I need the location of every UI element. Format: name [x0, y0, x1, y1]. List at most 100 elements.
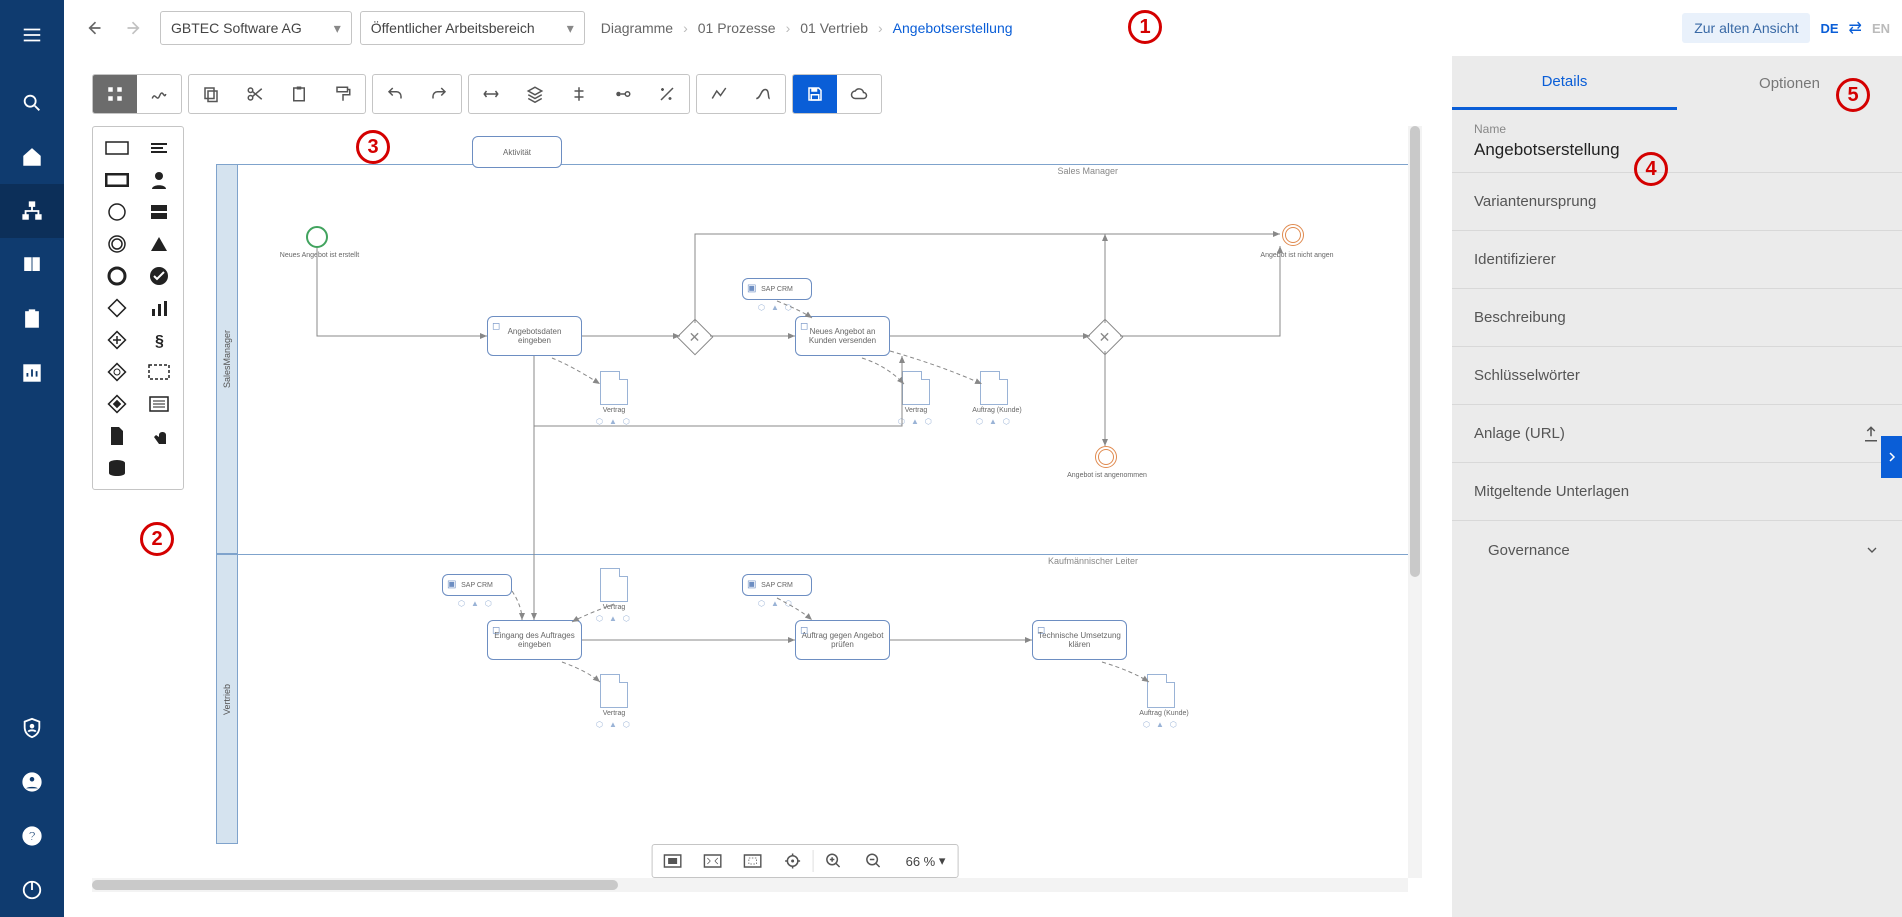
doc-vertrag-3[interactable]	[600, 568, 628, 602]
doc-vertrag-1[interactable]	[600, 371, 628, 405]
doc-auftrag-1[interactable]	[980, 371, 1008, 405]
palette-diamond-filled[interactable]	[97, 357, 137, 387]
zoom-level[interactable]: 66 % ▾	[894, 844, 958, 878]
sap-object-2[interactable]: ▣SAP CRM	[442, 574, 512, 596]
field-keywords[interactable]: Schlüsselwörter	[1452, 347, 1902, 405]
nav-admin[interactable]	[0, 701, 64, 755]
field-attachment[interactable]: Anlage (URL)	[1452, 405, 1902, 463]
palette-lines[interactable]	[139, 133, 179, 163]
field-related[interactable]: Mitgeltende Unterlagen	[1452, 463, 1902, 521]
task-a1[interactable]: ◻Angebotsdaten eingeben	[487, 316, 582, 356]
panel-expand-button[interactable]	[1881, 436, 1902, 478]
undo-button[interactable]	[373, 74, 417, 114]
task-a2[interactable]: ◻Neues Angebot an Kunden versenden	[795, 316, 890, 356]
format-painter-button[interactable]	[321, 74, 365, 114]
breadcrumb-current[interactable]: Angebotserstellung	[893, 20, 1013, 36]
end-event-rejected[interactable]	[1282, 224, 1304, 246]
palette-person[interactable]	[139, 165, 179, 195]
nav-search[interactable]	[0, 76, 64, 130]
tenant-dropdown[interactable]: GBTEC Software AG ▾	[160, 11, 352, 45]
paste-button[interactable]	[277, 74, 321, 114]
magic-button[interactable]	[645, 74, 689, 114]
zoom-in-button[interactable]	[814, 844, 854, 878]
cut-button[interactable]	[233, 74, 277, 114]
nav-profile[interactable]	[0, 755, 64, 809]
palette-rect-filled[interactable]	[97, 165, 137, 195]
task-b3[interactable]: ◻Technische Umsetzung klären	[1032, 620, 1127, 660]
locate-button[interactable]	[773, 844, 813, 878]
nav-tasks[interactable]	[0, 292, 64, 346]
horizontal-scrollbar[interactable]	[92, 878, 1408, 892]
palette-paragraph[interactable]: §	[139, 325, 179, 355]
template-activity[interactable]: Aktivität	[472, 136, 562, 168]
back-button[interactable]	[76, 11, 110, 45]
connector-button[interactable]	[601, 74, 645, 114]
forward-button[interactable]	[118, 11, 152, 45]
palette-bars[interactable]	[139, 293, 179, 323]
cloud-button[interactable]	[837, 74, 881, 114]
vertical-scrollbar[interactable]	[1408, 126, 1422, 878]
redo-button[interactable]	[417, 74, 461, 114]
palette-database[interactable]	[97, 453, 137, 483]
lang-en[interactable]: EN	[1872, 21, 1890, 36]
zoom-out-button[interactable]	[854, 844, 894, 878]
palette-circle-double[interactable]	[97, 229, 137, 259]
swap-icon[interactable]: ⇄	[1849, 18, 1862, 38]
palette-circle-bold[interactable]	[97, 261, 137, 291]
nav-home[interactable]	[0, 130, 64, 184]
task-b1[interactable]: ◻Eingang des Auftrages eingeben	[487, 620, 582, 660]
copy-button[interactable]	[189, 74, 233, 114]
palette-touch[interactable]	[139, 421, 179, 451]
breadcrumb-item[interactable]: 01 Prozesse	[698, 20, 776, 36]
fit-page-button[interactable]	[693, 844, 733, 878]
palette-diamond[interactable]	[97, 293, 137, 323]
task-b2[interactable]: ◻Auftrag gegen Angebot prüfen	[795, 620, 890, 660]
palette-server[interactable]	[139, 197, 179, 227]
workspace-dropdown[interactable]: Öffentlicher Arbeitsbereich ▾	[360, 11, 585, 45]
nav-menu[interactable]	[0, 8, 64, 62]
layers-button[interactable]	[513, 74, 557, 114]
start-event[interactable]	[306, 226, 328, 248]
mode-grid-button[interactable]	[93, 74, 137, 114]
palette-check-circle[interactable]	[139, 261, 179, 291]
nav-power[interactable]	[0, 863, 64, 917]
gateway-1[interactable]: ✕	[677, 319, 714, 356]
intermediate-event[interactable]	[1095, 446, 1117, 468]
doc-vertrag-4[interactable]	[600, 674, 628, 708]
nav-diagrams[interactable]	[0, 184, 64, 238]
breadcrumb-item[interactable]: Diagramme	[601, 20, 673, 36]
tab-details[interactable]: Details	[1452, 56, 1677, 110]
palette-rect-outline[interactable]	[97, 133, 137, 163]
palette-circle-thin[interactable]	[97, 197, 137, 227]
fit-width-button[interactable]	[653, 844, 693, 878]
field-identifier[interactable]: Identifizierer	[1452, 231, 1902, 289]
doc-vertrag-2[interactable]	[902, 371, 930, 405]
diagram-canvas[interactable]: SalesManager Vertrieb Sales Manager Kauf…	[192, 126, 1418, 886]
mode-freehand-button[interactable]	[137, 74, 181, 114]
palette-list[interactable]	[139, 389, 179, 419]
palette-warning[interactable]	[139, 229, 179, 259]
old-view-button[interactable]: Zur alten Ansicht	[1682, 13, 1810, 43]
sap-object-3[interactable]: ▣SAP CRM	[742, 574, 812, 596]
curve-button[interactable]	[741, 74, 785, 114]
gateway-2[interactable]: ✕	[1087, 319, 1124, 356]
nav-help[interactable]: ?	[0, 809, 64, 863]
fit-selection-button[interactable]	[733, 844, 773, 878]
breadcrumb-item[interactable]: 01 Vertrieb	[800, 20, 868, 36]
stretch-button[interactable]	[469, 74, 513, 114]
palette-rect-dashed[interactable]	[139, 357, 179, 387]
align-button[interactable]	[557, 74, 601, 114]
field-description[interactable]: Beschreibung	[1452, 289, 1902, 347]
field-governance[interactable]: Governance	[1452, 521, 1902, 579]
palette-diamond-plus[interactable]	[97, 325, 137, 355]
palette-diamond-dark[interactable]	[97, 389, 137, 419]
field-name[interactable]: Name Angebotserstellung	[1452, 110, 1902, 173]
sap-object-1[interactable]: ▣SAP CRM	[742, 278, 812, 300]
field-variant[interactable]: Variantenursprung	[1452, 173, 1902, 231]
doc-auftrag-2[interactable]	[1147, 674, 1175, 708]
lang-de[interactable]: DE	[1820, 21, 1838, 36]
nav-reports[interactable]	[0, 346, 64, 400]
save-button[interactable]	[793, 74, 837, 114]
palette-document[interactable]	[97, 421, 137, 451]
line-button[interactable]	[697, 74, 741, 114]
